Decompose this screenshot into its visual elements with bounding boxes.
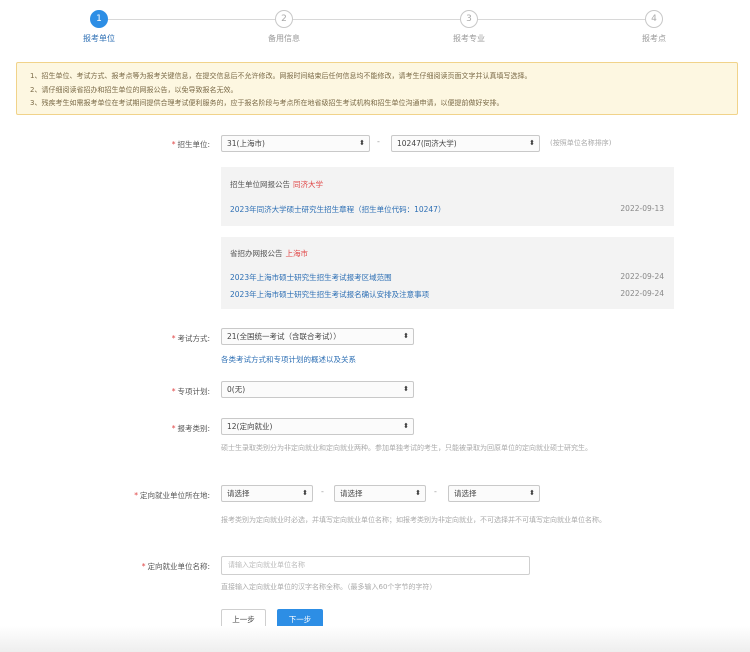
step-number: 1: [90, 10, 108, 28]
select-arrow-icon: ⬍: [403, 422, 409, 430]
step-label: 报考专业: [453, 34, 485, 43]
directed-location-hint: 报考类别为定向就业时必选，并填写定向就业单位名称；如报考类别为非定向就业，不可选…: [221, 516, 606, 524]
category-label: * 报考类别:: [171, 424, 210, 433]
unit-sort-hint: (按照单位名称排序): [550, 139, 612, 147]
page-bottom-fade: [0, 626, 750, 652]
select-arrow-icon: ⬍: [359, 139, 365, 147]
province-select[interactable]: 31(上海市) ⬍: [221, 135, 370, 152]
special-plan-select[interactable]: 0(无) ⬍: [221, 381, 414, 398]
step-label: 备用信息: [268, 34, 300, 43]
directed-unit-input[interactable]: 请输入定向就业单位名称: [221, 556, 530, 575]
announcement-link[interactable]: 2023年上海市硕士研究生招生考试报名确认安排及注意事项: [230, 289, 429, 300]
category-select[interactable]: 12(定向就业) ⬍: [221, 418, 414, 435]
progress-stepper: 1 报考单位 2 备用信息 3 报考专业 4 报考点: [0, 0, 750, 56]
directed-location-label: * 定向就业单位所在地:: [134, 491, 210, 500]
announcement-date: 2022-09-24: [620, 289, 664, 298]
notice-line: 3、残疾考生如需报考单位在考试期间提供合理考试便利服务的，应于报名阶段与考点所在…: [30, 99, 504, 107]
special-plan-label: * 专项计划:: [171, 387, 210, 396]
step-label: 报考单位: [83, 34, 115, 43]
directed-city-select[interactable]: 请选择 ⬍: [334, 485, 426, 502]
step-3: 3 报考专业: [409, 10, 529, 44]
step-2: 2 备用信息: [224, 10, 344, 44]
exam-method-select[interactable]: 21(全国统一考试（含联合考试）） ⬍: [221, 328, 414, 345]
step-4: 4 报考点: [594, 10, 714, 44]
announcement-link[interactable]: 2023年上海市硕士研究生招生考试报考区域范围: [230, 272, 392, 283]
announcement-date: 2022-09-24: [620, 272, 664, 281]
school-select[interactable]: 10247(同济大学) ⬍: [391, 135, 540, 152]
select-arrow-icon: ⬍: [403, 385, 409, 393]
panel-title: 省招办网报公告 上海市: [230, 249, 308, 258]
step-number: 3: [460, 10, 478, 28]
unit-label: * 招生单位:: [171, 140, 210, 149]
announcement-link[interactable]: 2023年同济大学硕士研究生招生章程（招生单位代码：10247）: [230, 204, 445, 215]
directed-unit-label: * 定向就业单位名称:: [141, 562, 210, 571]
panel-title: 招生单位网报公告 同济大学: [230, 180, 323, 189]
select-arrow-icon: ⬍: [415, 489, 421, 497]
select-arrow-icon: ⬍: [302, 489, 308, 497]
province-announcement-panel: 省招办网报公告 上海市 2023年上海市硕士研究生招生考试报考区域范围 2022-…: [221, 237, 674, 309]
category-hint: 硕士生录取类别分为非定向就业和定向就业两种。参加单独考试的考生，只能被录取为回原…: [221, 444, 592, 452]
unit-announcement-panel: 招生单位网报公告 同济大学 2023年同济大学硕士研究生招生章程（招生单位代码：1…: [221, 167, 674, 226]
exam-method-info-link[interactable]: 各类考试方式和专项计划的概述以及关系: [221, 354, 356, 365]
exam-method-label: * 考试方式:: [171, 334, 210, 343]
step-number: 4: [645, 10, 663, 28]
announcement-date: 2022-09-13: [620, 204, 664, 213]
directed-unit-hint: 直接输入定向就业单位的汉字名称全称。（最多输入60个字节的字符）: [221, 583, 437, 591]
separator: -: [434, 487, 437, 496]
notice-line: 2、请仔细阅读省招办和招生单位的网报公告，以免导致报名无效。: [30, 85, 238, 94]
step-1: 1 报考单位: [39, 10, 159, 44]
separator: -: [377, 137, 380, 146]
select-arrow-icon: ⬍: [529, 139, 535, 147]
directed-province-select[interactable]: 请选择 ⬍: [221, 485, 313, 502]
step-label: 报考点: [642, 34, 666, 43]
step-number: 2: [275, 10, 293, 28]
notice-line: 1、招生单位、考试方式、报考点等为报考关键信息，在提交信息后不允许修改。网报时间…: [30, 72, 532, 80]
separator: -: [321, 487, 324, 496]
directed-district-select[interactable]: 请选择 ⬍: [448, 485, 540, 502]
select-arrow-icon: ⬍: [529, 489, 535, 497]
select-arrow-icon: ⬍: [403, 332, 409, 340]
notice-box: 1、招生单位、考试方式、报考点等为报考关键信息，在提交信息后不允许修改。网报时间…: [16, 62, 738, 115]
